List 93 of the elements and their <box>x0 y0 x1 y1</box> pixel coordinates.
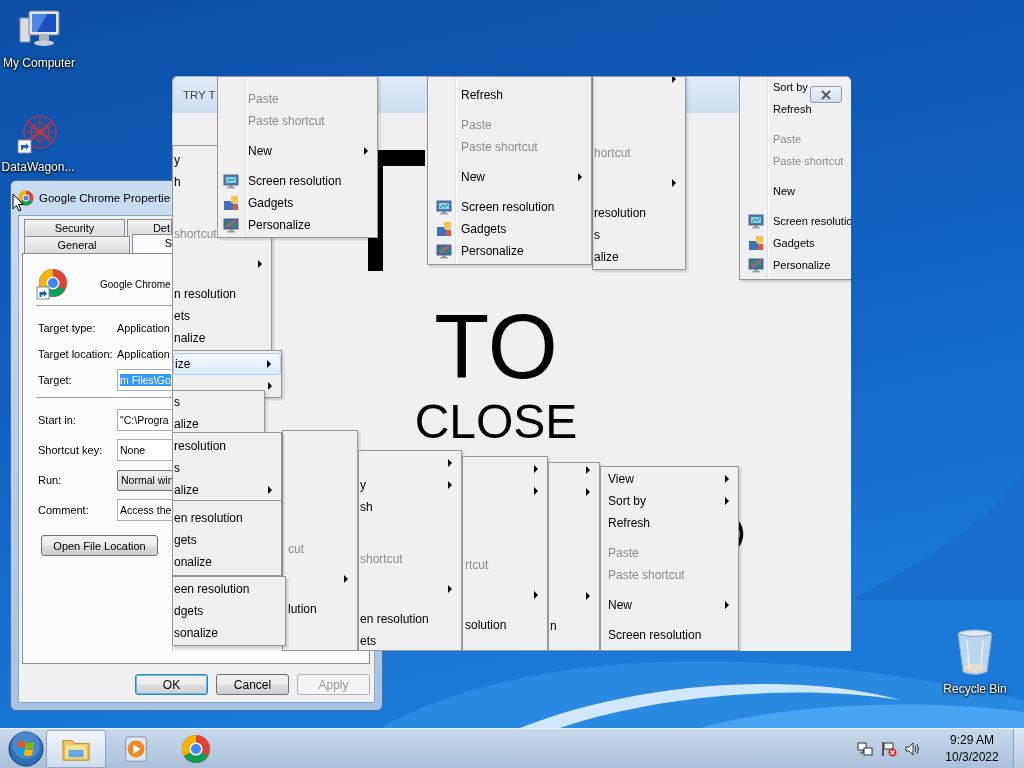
menu-item[interactable]: Sort by <box>740 77 851 98</box>
field-label: Target location: <box>37 348 113 360</box>
menu-item[interactable]: Gadgets <box>218 192 377 214</box>
icon-label[interactable]: DataWagon... <box>1 160 75 174</box>
speaker-icon[interactable] <box>905 740 921 757</box>
tab[interactable]: Security <box>24 219 125 236</box>
tiles-icon <box>748 235 764 251</box>
field-label: Comment: <box>37 504 89 516</box>
menu-item[interactable]: ize <box>173 353 281 375</box>
monitor-icon <box>223 173 239 189</box>
input-field[interactable]: Access the <box>117 499 173 521</box>
menu-item[interactable]: en resolution <box>173 507 281 529</box>
menu-item[interactable]: s <box>173 457 281 479</box>
window-title: TRY T <box>183 89 216 101</box>
menu-item[interactable]: Refresh <box>428 84 591 106</box>
window-title: Google Chrome Propertie <box>39 192 171 204</box>
dialog-button[interactable]: Cancel <box>216 674 289 695</box>
menu-item[interactable]: New <box>601 594 738 616</box>
menu-item[interactable]: New <box>218 140 377 162</box>
cursor-icon <box>12 193 24 212</box>
dialog-button[interactable]: OK <box>135 674 208 695</box>
field-label: Run: <box>37 474 62 486</box>
field-label: Start in: <box>37 414 76 426</box>
menu-item[interactable]: ets <box>173 305 271 327</box>
menu-item[interactable]: s <box>173 391 264 413</box>
open-location-button[interactable]: Open File Location <box>41 535 158 556</box>
monitor-brush-icon <box>223 217 239 233</box>
menu-item[interactable]: onalize <box>173 551 281 573</box>
tiles-icon <box>436 221 452 237</box>
browser-icon <box>181 733 211 764</box>
app-name: Google Chrome <box>100 278 171 290</box>
big-text: TO <box>434 302 558 392</box>
menu-item[interactable]: Gadgets <box>740 232 851 254</box>
start-button[interactable] <box>6 729 46 768</box>
icon-label[interactable]: My Computer <box>3 56 75 70</box>
menu-item[interactable]: alize <box>173 479 281 501</box>
field-value: Application <box>117 348 170 360</box>
tab[interactable]: General <box>24 236 130 253</box>
menu-item[interactable]: sh <box>359 496 461 518</box>
menu-item[interactable]: View <box>601 468 738 490</box>
menu-item[interactable]: s <box>593 224 685 246</box>
menu-item[interactable]: en resolution <box>359 608 461 630</box>
menu-item[interactable]: Sort by <box>601 490 738 512</box>
field-value: Application <box>117 322 170 334</box>
field-label: Target type: <box>37 322 96 334</box>
menu-item[interactable]: sonalize <box>173 622 285 644</box>
menu-item[interactable]: n resolution <box>173 283 271 305</box>
browser-shortcut-icon <box>36 268 68 300</box>
menu-item[interactable]: ets <box>359 630 461 650</box>
monitor-icon <box>436 199 452 215</box>
menu-item[interactable]: Personalize <box>218 214 377 236</box>
menu-item[interactable]: alize <box>593 246 685 268</box>
dropdown[interactable]: Normal win <box>117 469 173 491</box>
menu-item[interactable]: resolution <box>593 202 685 224</box>
menu-item[interactable]: New <box>428 166 591 188</box>
menu-item[interactable]: resolution <box>173 435 281 457</box>
field-label: Shortcut key: <box>37 444 103 456</box>
close-icon <box>821 89 831 100</box>
menu-item[interactable]: Screen resolution <box>601 624 738 646</box>
menu-item[interactable]: een resolution <box>173 578 285 600</box>
menu-item[interactable]: Gadgets <box>428 218 591 240</box>
menu-item[interactable]: Refresh <box>601 512 738 534</box>
tab[interactable]: S <box>132 234 174 253</box>
menu-item[interactable]: Personalize <box>740 254 851 276</box>
icon-label[interactable]: Recycle Bin <box>943 682 1007 696</box>
menu-item[interactable]: alize <box>173 413 264 435</box>
network-sphere-icon[interactable] <box>16 112 60 156</box>
menu-item[interactable]: n <box>549 615 599 637</box>
close-button[interactable] <box>810 86 842 103</box>
menu-item[interactable]: Screen resolution <box>428 196 591 218</box>
menu-item[interactable]: gets <box>173 529 281 551</box>
monitor-brush-icon <box>748 257 764 273</box>
clock[interactable]: 9:29 AM 10/3/2022 <box>937 731 1007 766</box>
start-orb-icon <box>8 730 44 767</box>
menu-item[interactable]: nalize <box>173 327 271 349</box>
tiles-icon <box>223 195 239 211</box>
menu-item[interactable]: Screen resolution <box>218 170 377 192</box>
network-icon[interactable] <box>857 740 873 757</box>
monitor-brush-icon <box>436 243 452 259</box>
input-field[interactable]: "C:\Progra <box>117 409 173 431</box>
field-label: Target: <box>37 374 72 386</box>
menu-item[interactable]: y <box>359 474 461 496</box>
menu-item[interactable]: dgets <box>173 600 285 622</box>
menu-item[interactable]: New <box>740 180 851 202</box>
menu-item[interactable]: lution <box>283 598 357 620</box>
input-field[interactable]: None <box>117 439 173 461</box>
menu-item[interactable]: solution <box>463 614 547 636</box>
flag-icon[interactable] <box>881 740 897 757</box>
menu-item[interactable]: Personalize <box>428 240 591 262</box>
big-text: CLOSE <box>414 397 578 447</box>
menu-item[interactable]: Refresh <box>740 98 851 120</box>
monitor-icon <box>748 213 764 229</box>
tab[interactable]: Det <box>127 219 172 236</box>
